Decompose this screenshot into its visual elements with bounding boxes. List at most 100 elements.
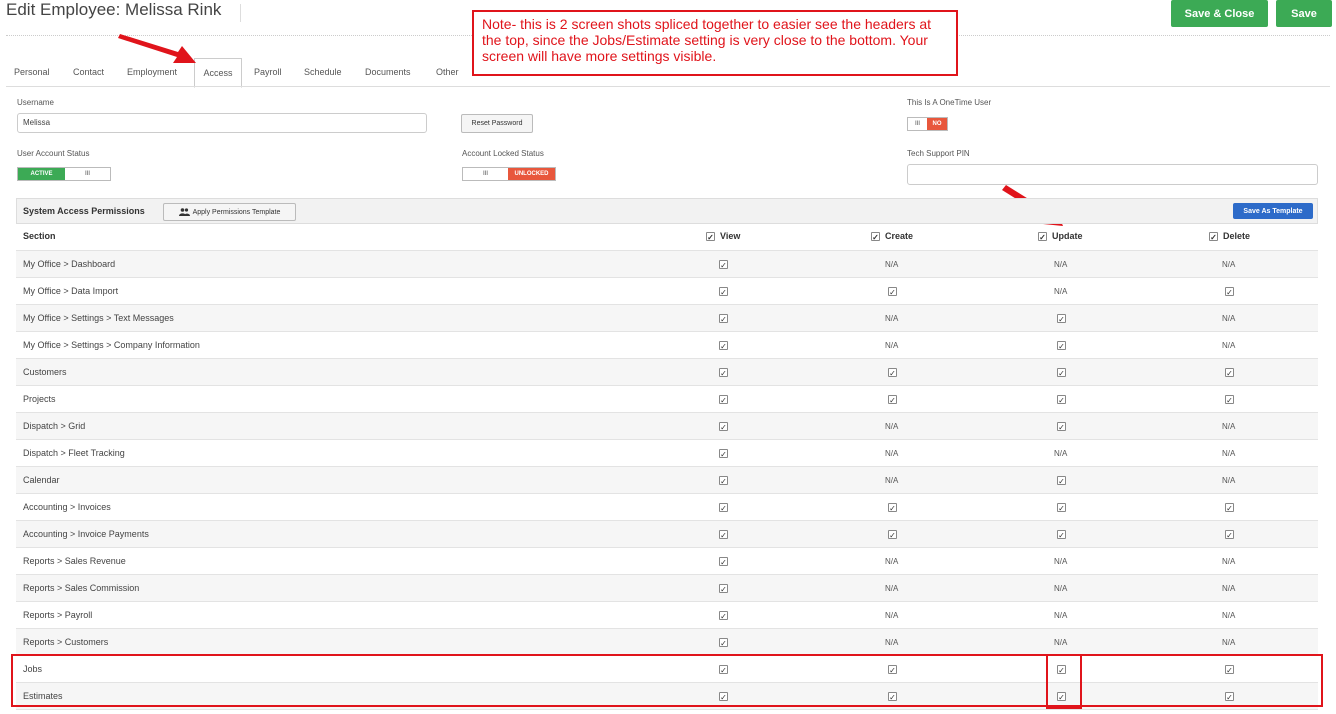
create-na: N/A: [885, 638, 899, 647]
col-delete: ✓ Delete: [1209, 231, 1251, 242]
row-section-name: My Office > Settings > Text Messages: [23, 313, 174, 323]
create-na: N/A: [885, 422, 899, 431]
view-checkbox[interactable]: ✓: [719, 530, 728, 540]
account-status-toggle[interactable]: ACTIVE III: [17, 167, 111, 181]
row-section-name: Dispatch > Fleet Tracking: [23, 448, 125, 458]
update-na: N/A: [1054, 449, 1068, 458]
update-checkbox[interactable]: ✓: [1057, 314, 1066, 324]
col-create-label: Create: [885, 231, 914, 241]
tech-pin-input[interactable]: [907, 164, 1318, 185]
view-checkbox[interactable]: ✓: [719, 638, 728, 648]
permissions-title: System Access Permissions: [23, 206, 145, 216]
reset-password-button[interactable]: Reset Password: [461, 114, 533, 133]
row-section-name: Accounting > Invoices: [23, 502, 111, 512]
view-all-checkbox[interactable]: ✓: [706, 231, 715, 242]
col-view-label: View: [720, 231, 741, 241]
table-row: My Office > Settings > Text Messages ✓ N/A…: [16, 305, 1318, 332]
create-checkbox[interactable]: ✓: [888, 395, 897, 405]
apply-template-button[interactable]: Apply Permissions Template: [163, 203, 296, 221]
view-checkbox[interactable]: ✓: [719, 557, 728, 567]
table-row: Accounting > Invoice Payments ✓ ✓ ✓ ✓: [16, 521, 1318, 548]
delete-all-checkbox[interactable]: ✓: [1209, 231, 1218, 242]
update-checkbox[interactable]: ✓: [1057, 422, 1066, 432]
table-header-row: Section ✓ View ✓ Create ✓ Update ✓ Delet…: [16, 224, 1318, 251]
table-row: Reports > Sales Commission ✓ N/A N/A N/A: [16, 575, 1318, 602]
users-icon: [178, 208, 190, 216]
update-na: N/A: [1054, 638, 1068, 647]
locked-status-toggle[interactable]: III UNLOCKED: [462, 167, 556, 181]
create-checkbox[interactable]: ✓: [888, 503, 897, 513]
view-checkbox[interactable]: ✓: [719, 341, 728, 351]
account-status-label: User Account Status: [17, 149, 90, 158]
delete-na: N/A: [1222, 584, 1236, 593]
col-update: ✓ Update: [1038, 231, 1083, 242]
row-section-name: Customers: [23, 367, 67, 377]
create-na: N/A: [885, 557, 899, 566]
toggle-value: ACTIVE: [18, 168, 65, 180]
update-checkbox[interactable]: ✓: [1057, 530, 1066, 540]
update-na: N/A: [1054, 584, 1068, 593]
highlight-update-column: [1046, 654, 1082, 709]
delete-checkbox[interactable]: ✓: [1225, 503, 1234, 513]
view-checkbox[interactable]: ✓: [719, 395, 728, 405]
toggle-handle: III: [64, 168, 110, 180]
table-row: Dispatch > Fleet Tracking ✓ N/A N/A N/A: [16, 440, 1318, 467]
create-na: N/A: [885, 341, 899, 350]
delete-na: N/A: [1222, 611, 1236, 620]
table-row: Accounting > Invoices ✓ ✓ ✓ ✓: [16, 494, 1318, 521]
create-checkbox[interactable]: ✓: [888, 530, 897, 540]
delete-checkbox[interactable]: ✓: [1225, 287, 1234, 297]
row-section-name: Calendar: [23, 475, 60, 485]
locked-status-label: Account Locked Status: [462, 149, 544, 158]
update-checkbox[interactable]: ✓: [1057, 503, 1066, 513]
update-checkbox[interactable]: ✓: [1057, 341, 1066, 351]
arrow-to-access-tab-icon: [118, 34, 196, 63]
highlight-jobs-estimates: [11, 654, 1323, 707]
view-checkbox[interactable]: ✓: [719, 368, 728, 378]
view-checkbox[interactable]: ✓: [719, 503, 728, 513]
save-as-template-button[interactable]: Save As Template: [1233, 203, 1313, 219]
update-na: N/A: [1054, 557, 1068, 566]
delete-na: N/A: [1222, 476, 1236, 485]
update-na: N/A: [1054, 260, 1068, 269]
view-checkbox[interactable]: ✓: [719, 449, 728, 459]
username-input[interactable]: Melissa: [17, 113, 427, 133]
onetime-user-toggle[interactable]: III NO: [907, 117, 948, 131]
col-view: ✓ View: [706, 231, 741, 242]
update-checkbox[interactable]: ✓: [1057, 395, 1066, 405]
col-delete-label: Delete: [1223, 231, 1251, 241]
view-checkbox[interactable]: ✓: [719, 287, 728, 297]
create-all-checkbox[interactable]: ✓: [871, 231, 880, 242]
delete-checkbox[interactable]: ✓: [1225, 530, 1234, 540]
delete-na: N/A: [1222, 260, 1236, 269]
table-row: My Office > Data Import ✓ ✓ N/A ✓: [16, 278, 1318, 305]
table-row: Customers ✓ ✓ ✓ ✓: [16, 359, 1318, 386]
view-checkbox[interactable]: ✓: [719, 584, 728, 594]
table-row: Dispatch > Grid ✓ N/A ✓ N/A: [16, 413, 1318, 440]
delete-checkbox[interactable]: ✓: [1225, 395, 1234, 405]
create-checkbox[interactable]: ✓: [888, 287, 897, 297]
create-checkbox[interactable]: ✓: [888, 368, 897, 378]
row-section-name: Projects: [23, 394, 56, 404]
create-na: N/A: [885, 584, 899, 593]
update-checkbox[interactable]: ✓: [1057, 476, 1066, 486]
update-na: N/A: [1054, 287, 1068, 296]
toggle-handle: III: [463, 168, 509, 180]
table-row: Reports > Sales Revenue ✓ N/A N/A N/A: [16, 548, 1318, 575]
tech-pin-label: Tech Support PIN: [907, 149, 970, 158]
toggle-value: NO: [927, 118, 947, 130]
delete-checkbox[interactable]: ✓: [1225, 368, 1234, 378]
view-checkbox[interactable]: ✓: [719, 314, 728, 324]
create-na: N/A: [885, 476, 899, 485]
table-row: Reports > Payroll ✓ N/A N/A N/A: [16, 602, 1318, 629]
update-checkbox[interactable]: ✓: [1057, 368, 1066, 378]
view-checkbox[interactable]: ✓: [719, 611, 728, 621]
row-section-name: My Office > Dashboard: [23, 259, 116, 269]
view-checkbox[interactable]: ✓: [719, 476, 728, 486]
update-all-checkbox[interactable]: ✓: [1038, 231, 1047, 242]
view-checkbox[interactable]: ✓: [719, 260, 728, 270]
table-row: Reports > Customers ✓ N/A N/A N/A: [16, 629, 1318, 656]
view-checkbox[interactable]: ✓: [719, 422, 728, 432]
row-section-name: Dispatch > Grid: [23, 421, 86, 431]
delete-na: N/A: [1222, 449, 1236, 458]
